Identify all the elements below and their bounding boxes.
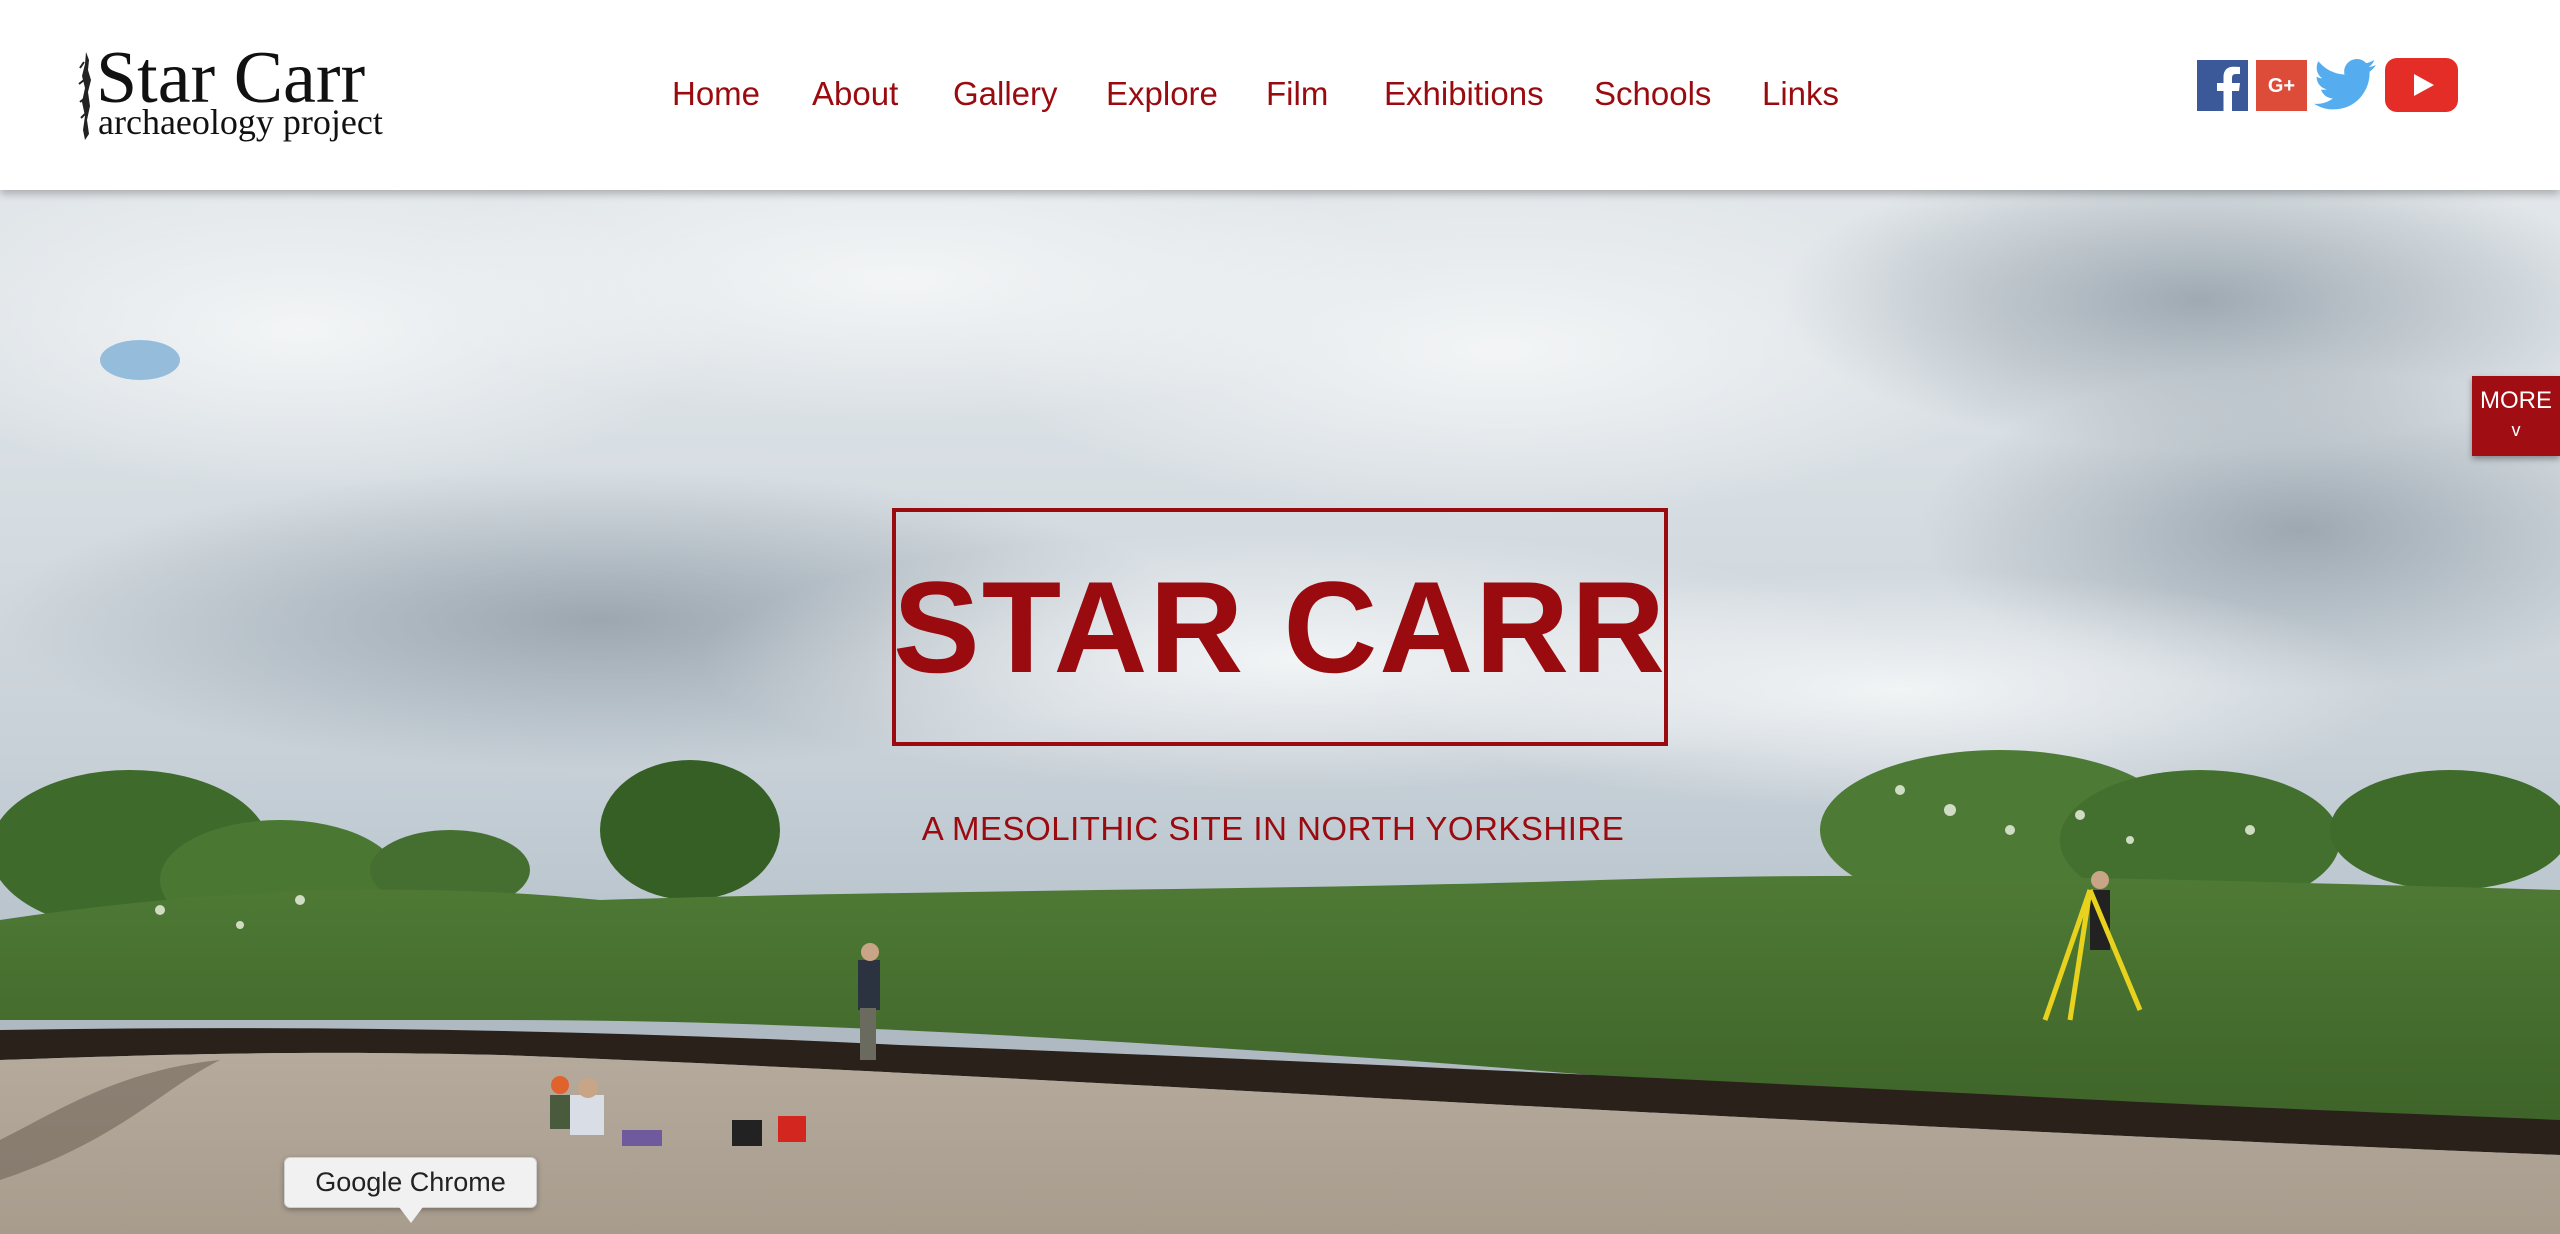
facebook-icon[interactable]	[2197, 60, 2248, 111]
nav-about[interactable]: About	[812, 70, 898, 118]
nav-exhibitions[interactable]: Exhibitions	[1384, 70, 1544, 118]
hero-title-box: STAR CARR	[892, 508, 1668, 746]
hero-subtitle: A MESOLITHIC SITE IN NORTH YORKSHIRE	[921, 810, 1625, 847]
taskbar-tooltip: Google Chrome	[284, 1157, 537, 1208]
google-plus-icon[interactable]: G+	[2256, 60, 2307, 111]
hero-title: STAR CARR	[893, 554, 1667, 700]
nav-schools[interactable]: Schools	[1594, 70, 1711, 118]
more-button[interactable]: MORE v	[2472, 376, 2560, 456]
more-label: MORE	[2480, 387, 2552, 414]
youtube-icon[interactable]	[2385, 58, 2458, 112]
person-standing	[858, 943, 880, 1060]
twitter-icon[interactable]	[2314, 56, 2378, 114]
nav-links[interactable]: Links	[1762, 70, 1839, 118]
nav-home[interactable]: Home	[672, 70, 760, 118]
tooltip-arrow	[399, 1207, 423, 1223]
nav-film[interactable]: Film	[1266, 70, 1328, 118]
nav-gallery[interactable]: Gallery	[953, 70, 1058, 118]
chevron-down-icon: v	[2511, 420, 2521, 440]
hero-banner: STAR CARR A MESOLITHIC SITE IN NORTH YOR…	[0, 190, 2560, 1234]
google-plus-text: G+	[2268, 75, 2295, 97]
nav-explore[interactable]: Explore	[1106, 70, 1218, 118]
main-nav: Home About Gallery Explore Film Exhibiti…	[0, 70, 2560, 118]
site-header: Star Carr archaeology project Home About…	[0, 0, 2560, 190]
